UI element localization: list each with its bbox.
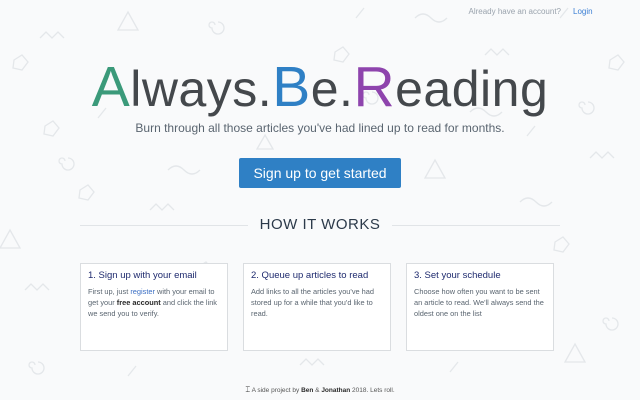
footer-text: A side project by	[251, 387, 302, 394]
hero-word-e: e	[310, 61, 340, 117]
signup-button[interactable]: Sign up to get started	[239, 158, 401, 188]
wave-doodle	[414, 13, 448, 23]
top-bar: Already have an account? Login	[468, 7, 592, 16]
hero-dot: .	[339, 61, 354, 117]
step-title: 1. Sign up with your email	[88, 270, 197, 281]
hero-word-lways: lways	[130, 61, 258, 117]
step-card-schedule: 3. Set your schedule Choose how often yo…	[406, 263, 554, 351]
hero-dot: .	[257, 61, 273, 117]
spiral-doodle	[28, 361, 45, 375]
zigzag-doodle	[24, 283, 50, 291]
triangle-doodle	[255, 133, 275, 150]
triangle-doodle	[423, 158, 447, 179]
pentagon-doodle	[78, 184, 95, 201]
how-it-works-heading: HOW IT WORKS	[0, 216, 640, 233]
footer-text: 2018. Lets roll.	[350, 387, 395, 394]
author-jonathan: Jonathan	[321, 387, 351, 394]
zigzag-doodle	[149, 203, 175, 211]
author-ben: Ben	[301, 387, 314, 394]
step-description: First up, just register with your email …	[88, 286, 220, 319]
step-description: Choose how often you want to be sent an …	[414, 287, 544, 318]
hero-subtitle: Burn through all those articles you've h…	[135, 121, 505, 135]
zigzag-doodle	[39, 31, 65, 39]
footer: ⌶ A side project by Ben & Jonathan 2018.…	[0, 385, 640, 395]
spiral-doodle	[58, 157, 75, 171]
wave-doodle	[167, 165, 201, 175]
dash-doodle	[355, 7, 365, 19]
dash-doodle	[559, 7, 569, 19]
step-title: 2. Queue up articles to read	[251, 270, 369, 281]
free-account-emphasis: free account	[116, 298, 161, 307]
triangle-doodle	[563, 342, 587, 363]
spiral-doodle	[602, 317, 619, 331]
hero-letter-r: R	[353, 55, 396, 119]
hero-word-eading: eading	[395, 61, 549, 117]
zigzag-doodle	[589, 151, 615, 159]
step-card-signup: 1. Sign up with your email First up, jus…	[80, 263, 228, 351]
step-text: First up, just	[88, 287, 131, 296]
hero-letter-a: A	[91, 55, 131, 119]
step-title: 3. Set your schedule	[414, 270, 501, 281]
spiral-doodle	[208, 21, 225, 35]
step-card-queue: 2. Queue up articles to read Add links t…	[243, 263, 391, 351]
how-it-works-label: HOW IT WORKS	[247, 216, 393, 233]
account-prompt: Already have an account?	[468, 7, 561, 16]
step-description: Add links to all the articles you've had…	[251, 287, 375, 318]
logo-icon: ⌶	[245, 385, 251, 394]
register-link[interactable]: register	[130, 287, 155, 296]
pentagon-doodle	[553, 236, 570, 253]
dash-doodle	[127, 365, 137, 377]
wave-doodle	[519, 197, 553, 207]
dash-doodle	[449, 361, 459, 373]
hero-title: Always.Be.Reading	[0, 54, 640, 120]
triangle-doodle	[116, 10, 140, 31]
login-link[interactable]: Login	[573, 7, 593, 16]
hero-letter-b: B	[272, 55, 311, 119]
zigzag-doodle	[299, 358, 325, 366]
